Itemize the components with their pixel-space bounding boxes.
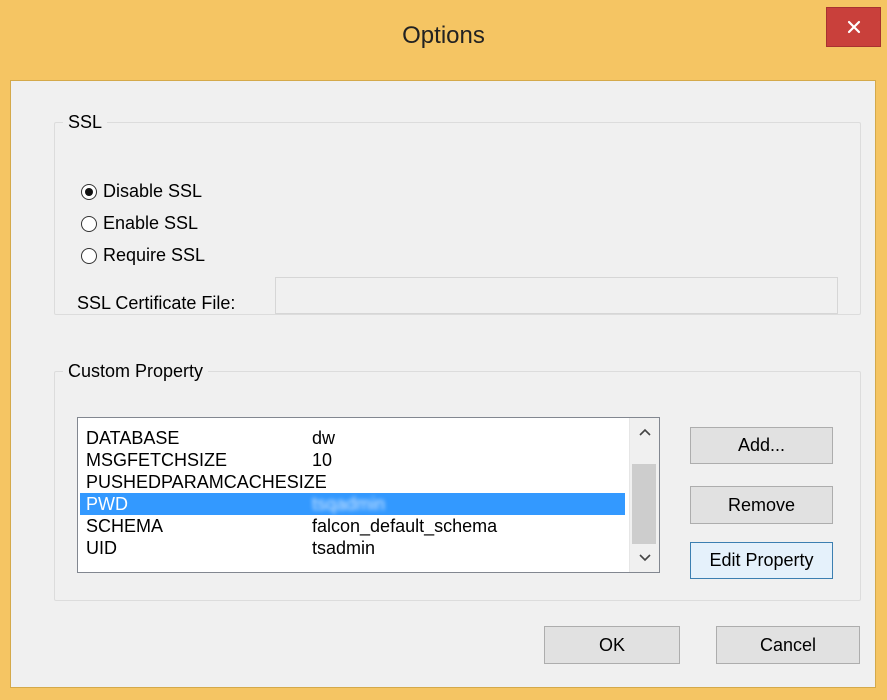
radio-label: Enable SSL — [103, 213, 199, 233]
options-dialog: Options SSL Disable SSL Enable SSL Requi… — [0, 0, 887, 700]
ssl-certificate-label: SSL Certificate File: — [77, 293, 236, 313]
close-button[interactable] — [826, 7, 881, 47]
dialog-client-area: SSL Disable SSL Enable SSL Require SSL S… — [10, 80, 876, 688]
property-key: UID — [86, 538, 117, 558]
property-key: MSGFETCHSIZE — [86, 450, 228, 470]
radio-label: Disable SSL — [103, 181, 203, 201]
list-item-schema[interactable]: SCHEMA falcon_default_schema — [80, 515, 625, 537]
custom-property-list[interactable]: DATABASE dw MSGFETCHSIZE 10 PUSHEDPARAMC… — [77, 417, 660, 573]
radio-enable-ssl[interactable]: Enable SSL — [81, 213, 198, 234]
scroll-up-button[interactable] — [630, 418, 659, 446]
property-value: tsadmin — [312, 538, 376, 558]
dialog-title: Options — [402, 22, 485, 49]
vertical-scrollbar[interactable] — [629, 418, 659, 572]
radio-require-ssl[interactable]: Require SSL — [81, 245, 205, 266]
list-item-msgfetchsize[interactable]: MSGFETCHSIZE 10 — [80, 449, 625, 471]
property-key: SCHEMA — [86, 516, 164, 536]
radio-button[interactable] — [81, 183, 97, 200]
cancel-button[interactable]: Cancel — [716, 626, 860, 664]
list-item-uid[interactable]: UID tsadmin — [80, 537, 625, 559]
property-key: PWD — [86, 494, 128, 514]
list-item-database[interactable]: DATABASE dw — [80, 427, 625, 449]
custom-property-group-label: Custom Property — [68, 361, 204, 381]
remove-property-button[interactable]: Remove — [690, 486, 833, 524]
property-value: 10 — [312, 450, 333, 470]
radio-button[interactable] — [81, 247, 97, 264]
chevron-down-icon — [638, 554, 651, 562]
close-icon — [847, 20, 860, 34]
property-value: dw — [312, 428, 336, 448]
title-bar[interactable]: Options — [0, 0, 887, 80]
property-key: PUSHEDPARAMCACHESIZE — [86, 472, 327, 492]
ssl-group: SSL Disable SSL Enable SSL Require SSL S… — [54, 112, 861, 315]
radio-disable-ssl[interactable]: Disable SSL — [81, 181, 202, 202]
list-item-pushedparamcachesize[interactable]: PUSHEDPARAMCACHESIZE — [80, 471, 625, 493]
list-item-pwd[interactable]: PWD tsqadmin — [80, 493, 625, 515]
edit-property-button[interactable]: Edit Property — [690, 542, 833, 579]
property-value: falcon_default_schema — [312, 516, 498, 536]
radio-label: Require SSL — [103, 245, 206, 265]
ssl-group-label: SSL — [68, 112, 103, 132]
scrollbar-thumb[interactable] — [632, 464, 656, 544]
scroll-down-button[interactable] — [630, 544, 659, 572]
add-property-button[interactable]: Add... — [690, 427, 833, 464]
custom-property-group: Custom Property DATABASE dw MSGFETCHSIZE… — [54, 361, 861, 601]
ssl-certificate-field[interactable] — [275, 277, 838, 314]
radio-button[interactable] — [81, 215, 97, 232]
property-value-redacted: tsqadmin — [312, 494, 386, 514]
chevron-up-icon — [638, 428, 651, 436]
radio-selected-dot — [85, 187, 93, 196]
property-key: DATABASE — [86, 428, 180, 448]
ok-button[interactable]: OK — [544, 626, 680, 664]
